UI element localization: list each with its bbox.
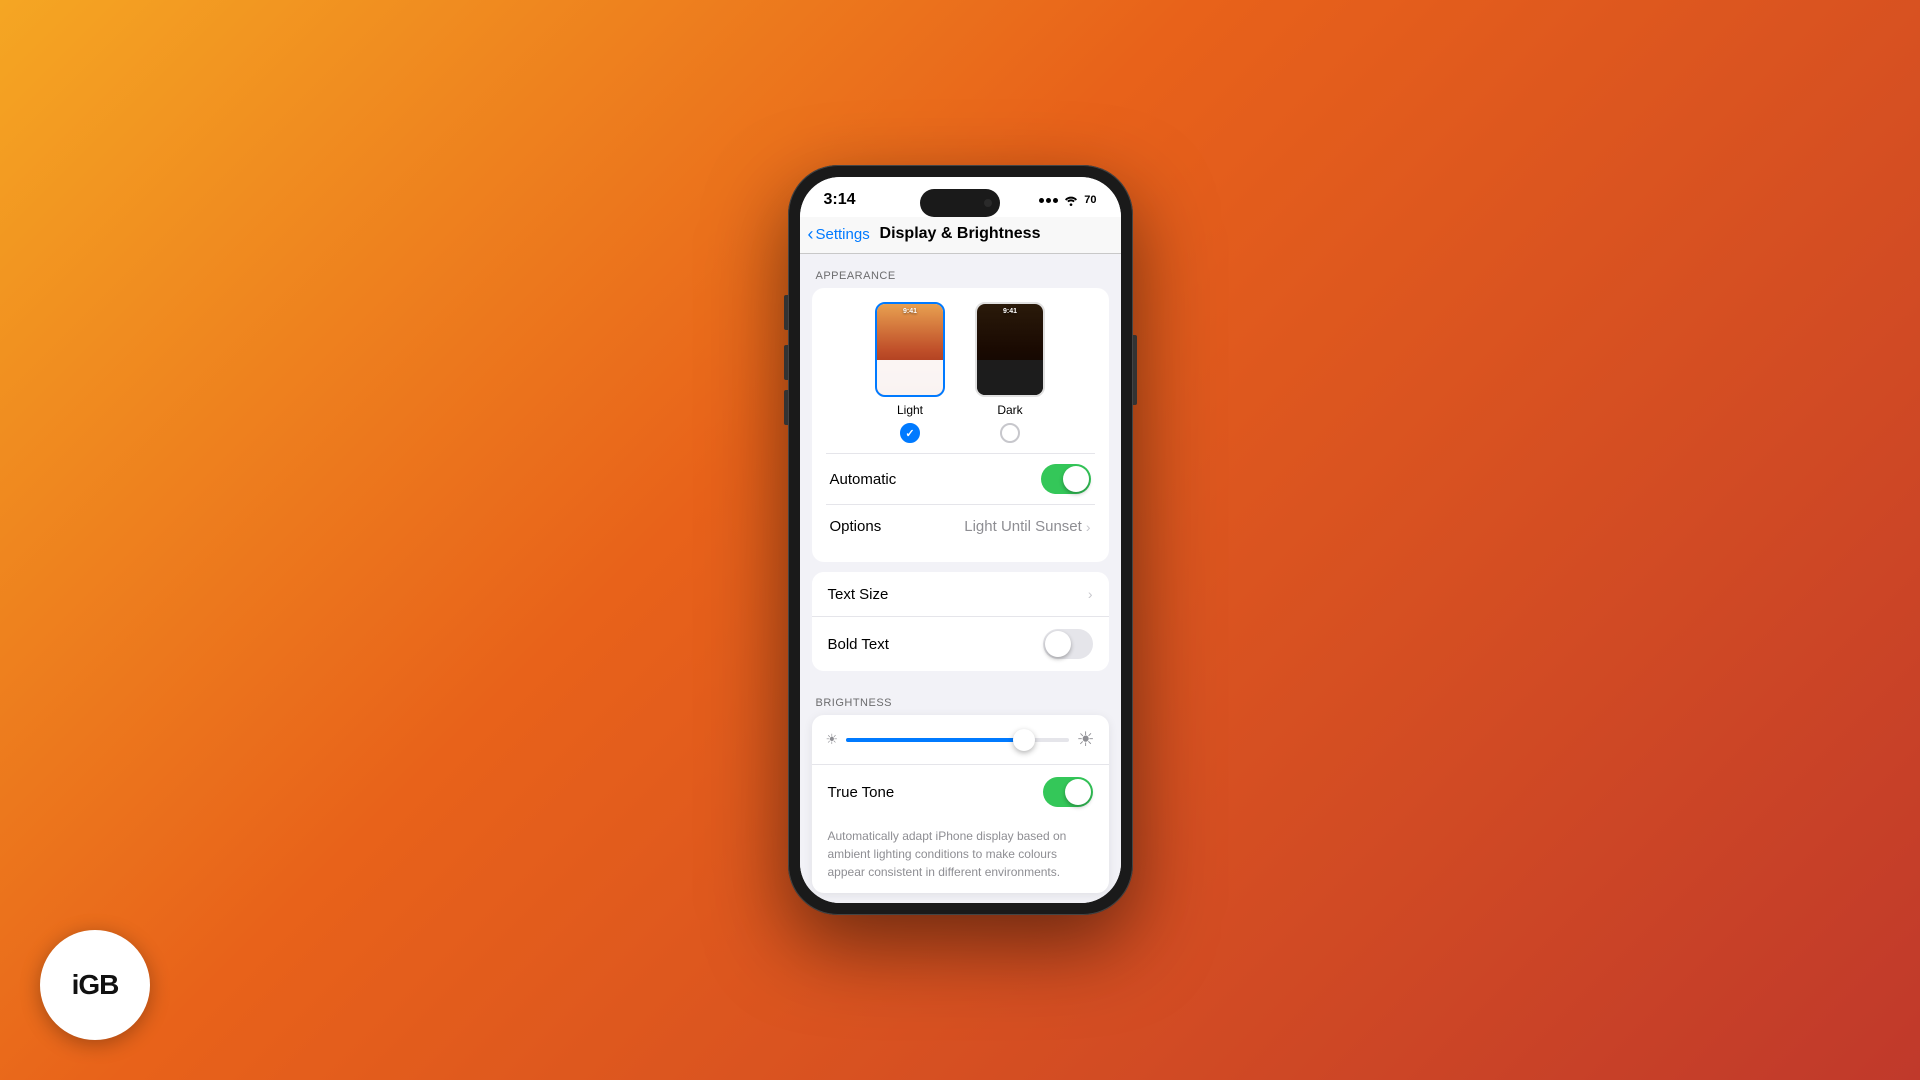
appearance-card: 9:41 Light 9:41: [812, 288, 1109, 562]
appearance-section-header: APPEARANCE: [800, 254, 1121, 288]
text-size-row[interactable]: Text Size ›: [812, 572, 1109, 616]
text-size-chevron-icon: ›: [1088, 586, 1093, 602]
options-label: Options: [830, 518, 882, 535]
light-preview-status: [877, 360, 943, 395]
true-tone-toggle-thumb: [1065, 779, 1091, 805]
brightness-card: ☀ ☀ True Tone Automatically adapt iPhone…: [812, 715, 1109, 893]
light-preview: 9:41: [875, 302, 945, 397]
navigation-bar: ‹ Settings Display & Brightness: [800, 217, 1121, 254]
text-size-value: ›: [1088, 586, 1093, 602]
wifi-icon: [1063, 194, 1079, 206]
options-chevron-icon: ›: [1086, 519, 1091, 535]
dynamic-island-dot: [984, 199, 992, 207]
text-size-label: Text Size: [828, 586, 889, 603]
true-tone-label: True Tone: [828, 784, 895, 801]
phone-screen: 3:14 70 ‹ Settin: [800, 177, 1121, 903]
brightness-section-header: BRIGHTNESS: [800, 681, 1121, 715]
back-label[interactable]: Settings: [816, 226, 870, 243]
light-radio[interactable]: [900, 423, 920, 443]
bold-text-toggle[interactable]: [1043, 629, 1093, 659]
page-title: Display & Brightness: [880, 225, 1041, 243]
light-label: Light: [897, 403, 923, 417]
bold-text-toggle-thumb: [1045, 631, 1071, 657]
brightness-slider-row[interactable]: ☀ ☀: [812, 715, 1109, 765]
dark-radio[interactable]: [1000, 423, 1020, 443]
true-tone-toggle[interactable]: [1043, 777, 1093, 807]
options-row[interactable]: Options Light Until Sunset ›: [826, 504, 1095, 548]
status-time: 3:14: [824, 191, 856, 209]
dark-preview-status: [977, 360, 1043, 395]
automatic-toggle-thumb: [1063, 466, 1089, 492]
bold-text-row: Bold Text: [812, 616, 1109, 671]
true-tone-description: Automatically adapt iPhone display based…: [812, 819, 1109, 893]
back-chevron-icon: ‹: [808, 225, 814, 243]
appearance-light-option[interactable]: 9:41 Light: [875, 302, 945, 443]
light-preview-bg: 9:41: [877, 304, 943, 395]
automatic-row: Automatic: [826, 453, 1095, 504]
automatic-toggle[interactable]: [1041, 464, 1091, 494]
brightness-thumb[interactable]: [1013, 729, 1035, 751]
dark-preview-time: 9:41: [1003, 308, 1017, 315]
options-value: Light Until Sunset ›: [964, 518, 1090, 535]
igb-logo: iGB: [40, 930, 150, 1040]
back-button[interactable]: ‹ Settings: [808, 226, 870, 243]
true-tone-row: True Tone: [812, 765, 1109, 819]
appearance-options: 9:41 Light 9:41: [826, 302, 1095, 443]
status-bar: 3:14 70: [800, 177, 1121, 217]
battery-icon: 70: [1084, 194, 1096, 206]
dark-preview: 9:41: [975, 302, 1045, 397]
light-preview-time: 9:41: [903, 308, 917, 315]
brightness-fill: [846, 738, 1024, 742]
dynamic-island: [920, 189, 1000, 217]
bold-text-label: Bold Text: [828, 636, 889, 653]
appearance-dark-option[interactable]: 9:41 Dark: [975, 302, 1045, 443]
dark-label: Dark: [997, 403, 1022, 417]
text-settings-card: Text Size › Bold Text: [812, 572, 1109, 671]
scroll-content[interactable]: APPEARANCE 9:41 Light: [800, 254, 1121, 903]
brightness-track[interactable]: [846, 738, 1069, 742]
brightness-low-icon: ☀: [826, 731, 839, 748]
dark-preview-bg: 9:41: [977, 304, 1043, 395]
automatic-label: Automatic: [830, 471, 897, 488]
phone-device: 3:14 70 ‹ Settin: [788, 165, 1133, 915]
signal-icon: [1039, 198, 1058, 203]
status-icons: 70: [1039, 194, 1096, 206]
brightness-high-icon: ☀: [1077, 727, 1095, 752]
